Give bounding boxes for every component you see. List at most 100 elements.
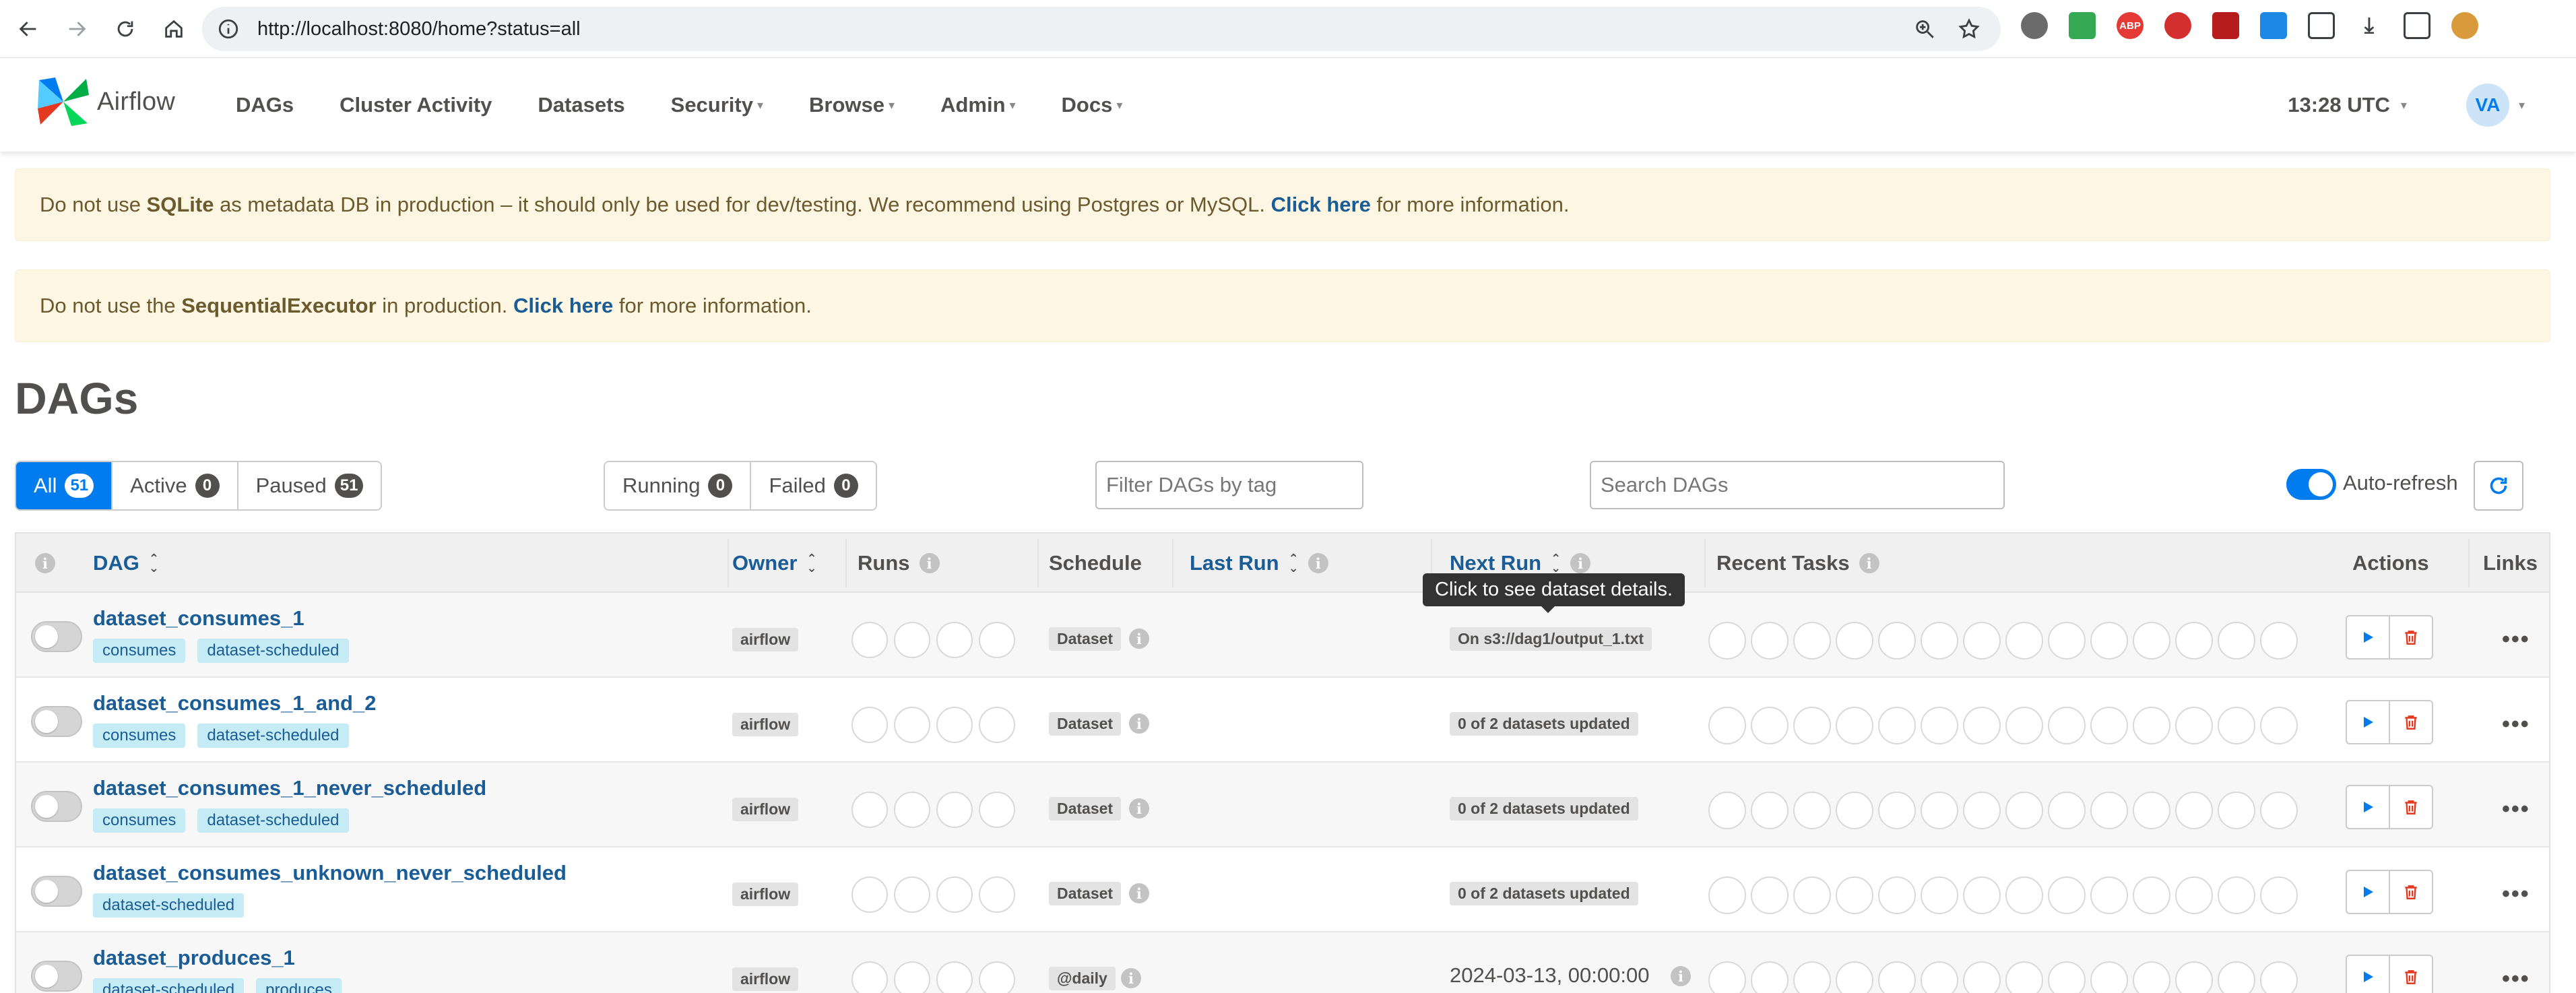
run-state-circle[interactable] [979, 792, 1015, 828]
task-state-circle[interactable] [1793, 876, 1831, 914]
tag-chip[interactable]: consumes [93, 724, 186, 748]
address-bar[interactable]: http://localhost:8080/home?status=all [202, 7, 2001, 51]
profile-avatar-icon[interactable] [2451, 12, 2478, 39]
task-state-circle[interactable] [2218, 792, 2255, 829]
home-icon[interactable] [154, 9, 194, 49]
extension-icon[interactable] [2021, 12, 2048, 39]
trigger-dag-button[interactable] [2346, 870, 2390, 914]
task-state-circle[interactable] [2090, 707, 2128, 744]
next-run-badge[interactable]: 0 of 2 datasets updated [1450, 797, 1638, 821]
menu-datasets[interactable]: Datasets [538, 93, 624, 117]
task-state-circle[interactable] [2218, 707, 2255, 744]
task-state-circle[interactable] [1708, 876, 1746, 914]
filter-paused-button[interactable]: Paused 51 [238, 462, 381, 509]
info-icon[interactable]: i [1129, 798, 1149, 819]
task-state-circle[interactable] [2133, 707, 2170, 744]
dag-pause-toggle[interactable] [31, 876, 82, 907]
tag-chip[interactable]: dataset-scheduled [197, 724, 349, 748]
task-state-circle[interactable] [1751, 792, 1789, 829]
task-state-circle[interactable] [2133, 622, 2170, 660]
run-state-circle[interactable] [894, 876, 930, 913]
tag-chip[interactable]: consumes [93, 808, 186, 833]
run-state-circle[interactable] [936, 961, 973, 993]
task-state-circle[interactable] [2048, 876, 2086, 914]
run-state-circle[interactable] [936, 876, 973, 913]
info-icon[interactable]: i [1308, 553, 1328, 573]
schedule-badge[interactable]: Dataset [1049, 882, 1122, 905]
task-state-circle[interactable] [1878, 792, 1916, 829]
task-state-circle[interactable] [1836, 876, 1873, 914]
more-links-icon[interactable]: ••• [2502, 881, 2530, 907]
task-state-circle[interactable] [2260, 622, 2298, 660]
task-state-circle[interactable] [1836, 622, 1873, 660]
forward-icon[interactable] [57, 9, 97, 49]
dag-link[interactable]: dataset_consumes_unknown_never_scheduled [93, 861, 567, 885]
next-run-badge[interactable]: 0 of 2 datasets updated [1450, 712, 1638, 736]
task-state-circle[interactable] [1793, 622, 1831, 660]
dag-link[interactable]: dataset_produces_1 [93, 946, 295, 970]
task-state-circle[interactable] [1708, 792, 1746, 829]
refresh-button[interactable] [2474, 461, 2523, 511]
task-state-circle[interactable] [2048, 961, 2086, 993]
menu-cluster-activity[interactable]: Cluster Activity [340, 93, 492, 117]
book-extension-icon[interactable] [2212, 12, 2239, 39]
dag-link[interactable]: dataset_consumes_1_and_2 [93, 691, 376, 715]
task-state-circle[interactable] [1793, 792, 1831, 829]
task-state-circle[interactable] [2090, 622, 2128, 660]
task-state-circle[interactable] [2260, 961, 2298, 993]
task-state-circle[interactable] [1793, 961, 1831, 993]
task-state-circle[interactable] [2175, 707, 2213, 744]
trigger-dag-button[interactable] [2346, 955, 2390, 993]
executor-click-here-link[interactable]: Click here [513, 294, 613, 318]
task-state-circle[interactable] [2048, 792, 2086, 829]
trigger-dag-button[interactable] [2346, 785, 2390, 829]
back-icon[interactable] [8, 9, 49, 49]
tag-chip[interactable]: dataset-scheduled [197, 808, 349, 833]
run-state-circle[interactable] [936, 792, 973, 828]
schedule-badge[interactable]: @daily [1049, 967, 1116, 990]
run-state-circle[interactable] [894, 961, 930, 993]
task-state-circle[interactable] [2133, 792, 2170, 829]
task-state-circle[interactable] [1963, 961, 2001, 993]
header-last-run[interactable]: Last Run ⌃ ⌄ i [1190, 534, 1328, 593]
task-state-circle[interactable] [2133, 961, 2170, 993]
zoom-icon[interactable] [1913, 18, 1936, 40]
trigger-dag-button[interactable] [2346, 615, 2390, 660]
schedule-badge[interactable]: Dataset [1049, 627, 1122, 651]
timezone-clock[interactable]: 13:28 UTC ▾ [2288, 93, 2407, 117]
dag-link[interactable]: dataset_consumes_1_never_scheduled [93, 776, 486, 800]
next-run-badge[interactable]: 0 of 2 datasets updated [1450, 882, 1638, 905]
delete-dag-button[interactable] [2389, 700, 2433, 744]
next-run-badge[interactable]: On s3://dag1/output_1.txt [1450, 627, 1652, 651]
owner-link[interactable]: airflow [732, 967, 799, 991]
dag-pause-toggle[interactable] [31, 961, 82, 992]
task-state-circle[interactable] [1708, 622, 1746, 660]
tag-chip[interactable]: dataset-scheduled [93, 893, 245, 918]
tag-chip[interactable]: consumes [93, 639, 186, 663]
task-state-circle[interactable] [1921, 707, 1958, 744]
task-state-circle[interactable] [2048, 622, 2086, 660]
task-state-circle[interactable] [2260, 876, 2298, 914]
owner-link[interactable]: airflow [732, 883, 799, 906]
task-state-circle[interactable] [1836, 961, 1873, 993]
task-state-circle[interactable] [2218, 876, 2255, 914]
task-state-circle[interactable] [2175, 961, 2213, 993]
privacy-extension-icon[interactable] [2164, 12, 2191, 39]
user-avatar[interactable]: VA [2466, 84, 2509, 127]
header-dag[interactable]: DAG ⌃ ⌄ [93, 534, 159, 593]
dag-pause-toggle[interactable] [31, 621, 82, 652]
task-state-circle[interactable] [2090, 876, 2128, 914]
info-icon[interactable]: i [1671, 966, 1691, 986]
info-icon[interactable]: i [1121, 968, 1141, 988]
task-state-circle[interactable] [2005, 792, 2043, 829]
reload-icon[interactable] [105, 9, 146, 49]
trigger-dag-button[interactable] [2346, 700, 2390, 744]
run-state-circle[interactable] [936, 707, 973, 743]
chevron-down-icon[interactable]: ▾ [2519, 98, 2525, 113]
shield-extension-icon[interactable] [2069, 12, 2096, 39]
adblock-icon[interactable]: ABP [2117, 12, 2144, 39]
task-state-circle[interactable] [2175, 876, 2213, 914]
tag-chip[interactable]: dataset-scheduled [93, 978, 245, 993]
delete-dag-button[interactable] [2389, 785, 2433, 829]
run-state-circle[interactable] [851, 961, 888, 993]
